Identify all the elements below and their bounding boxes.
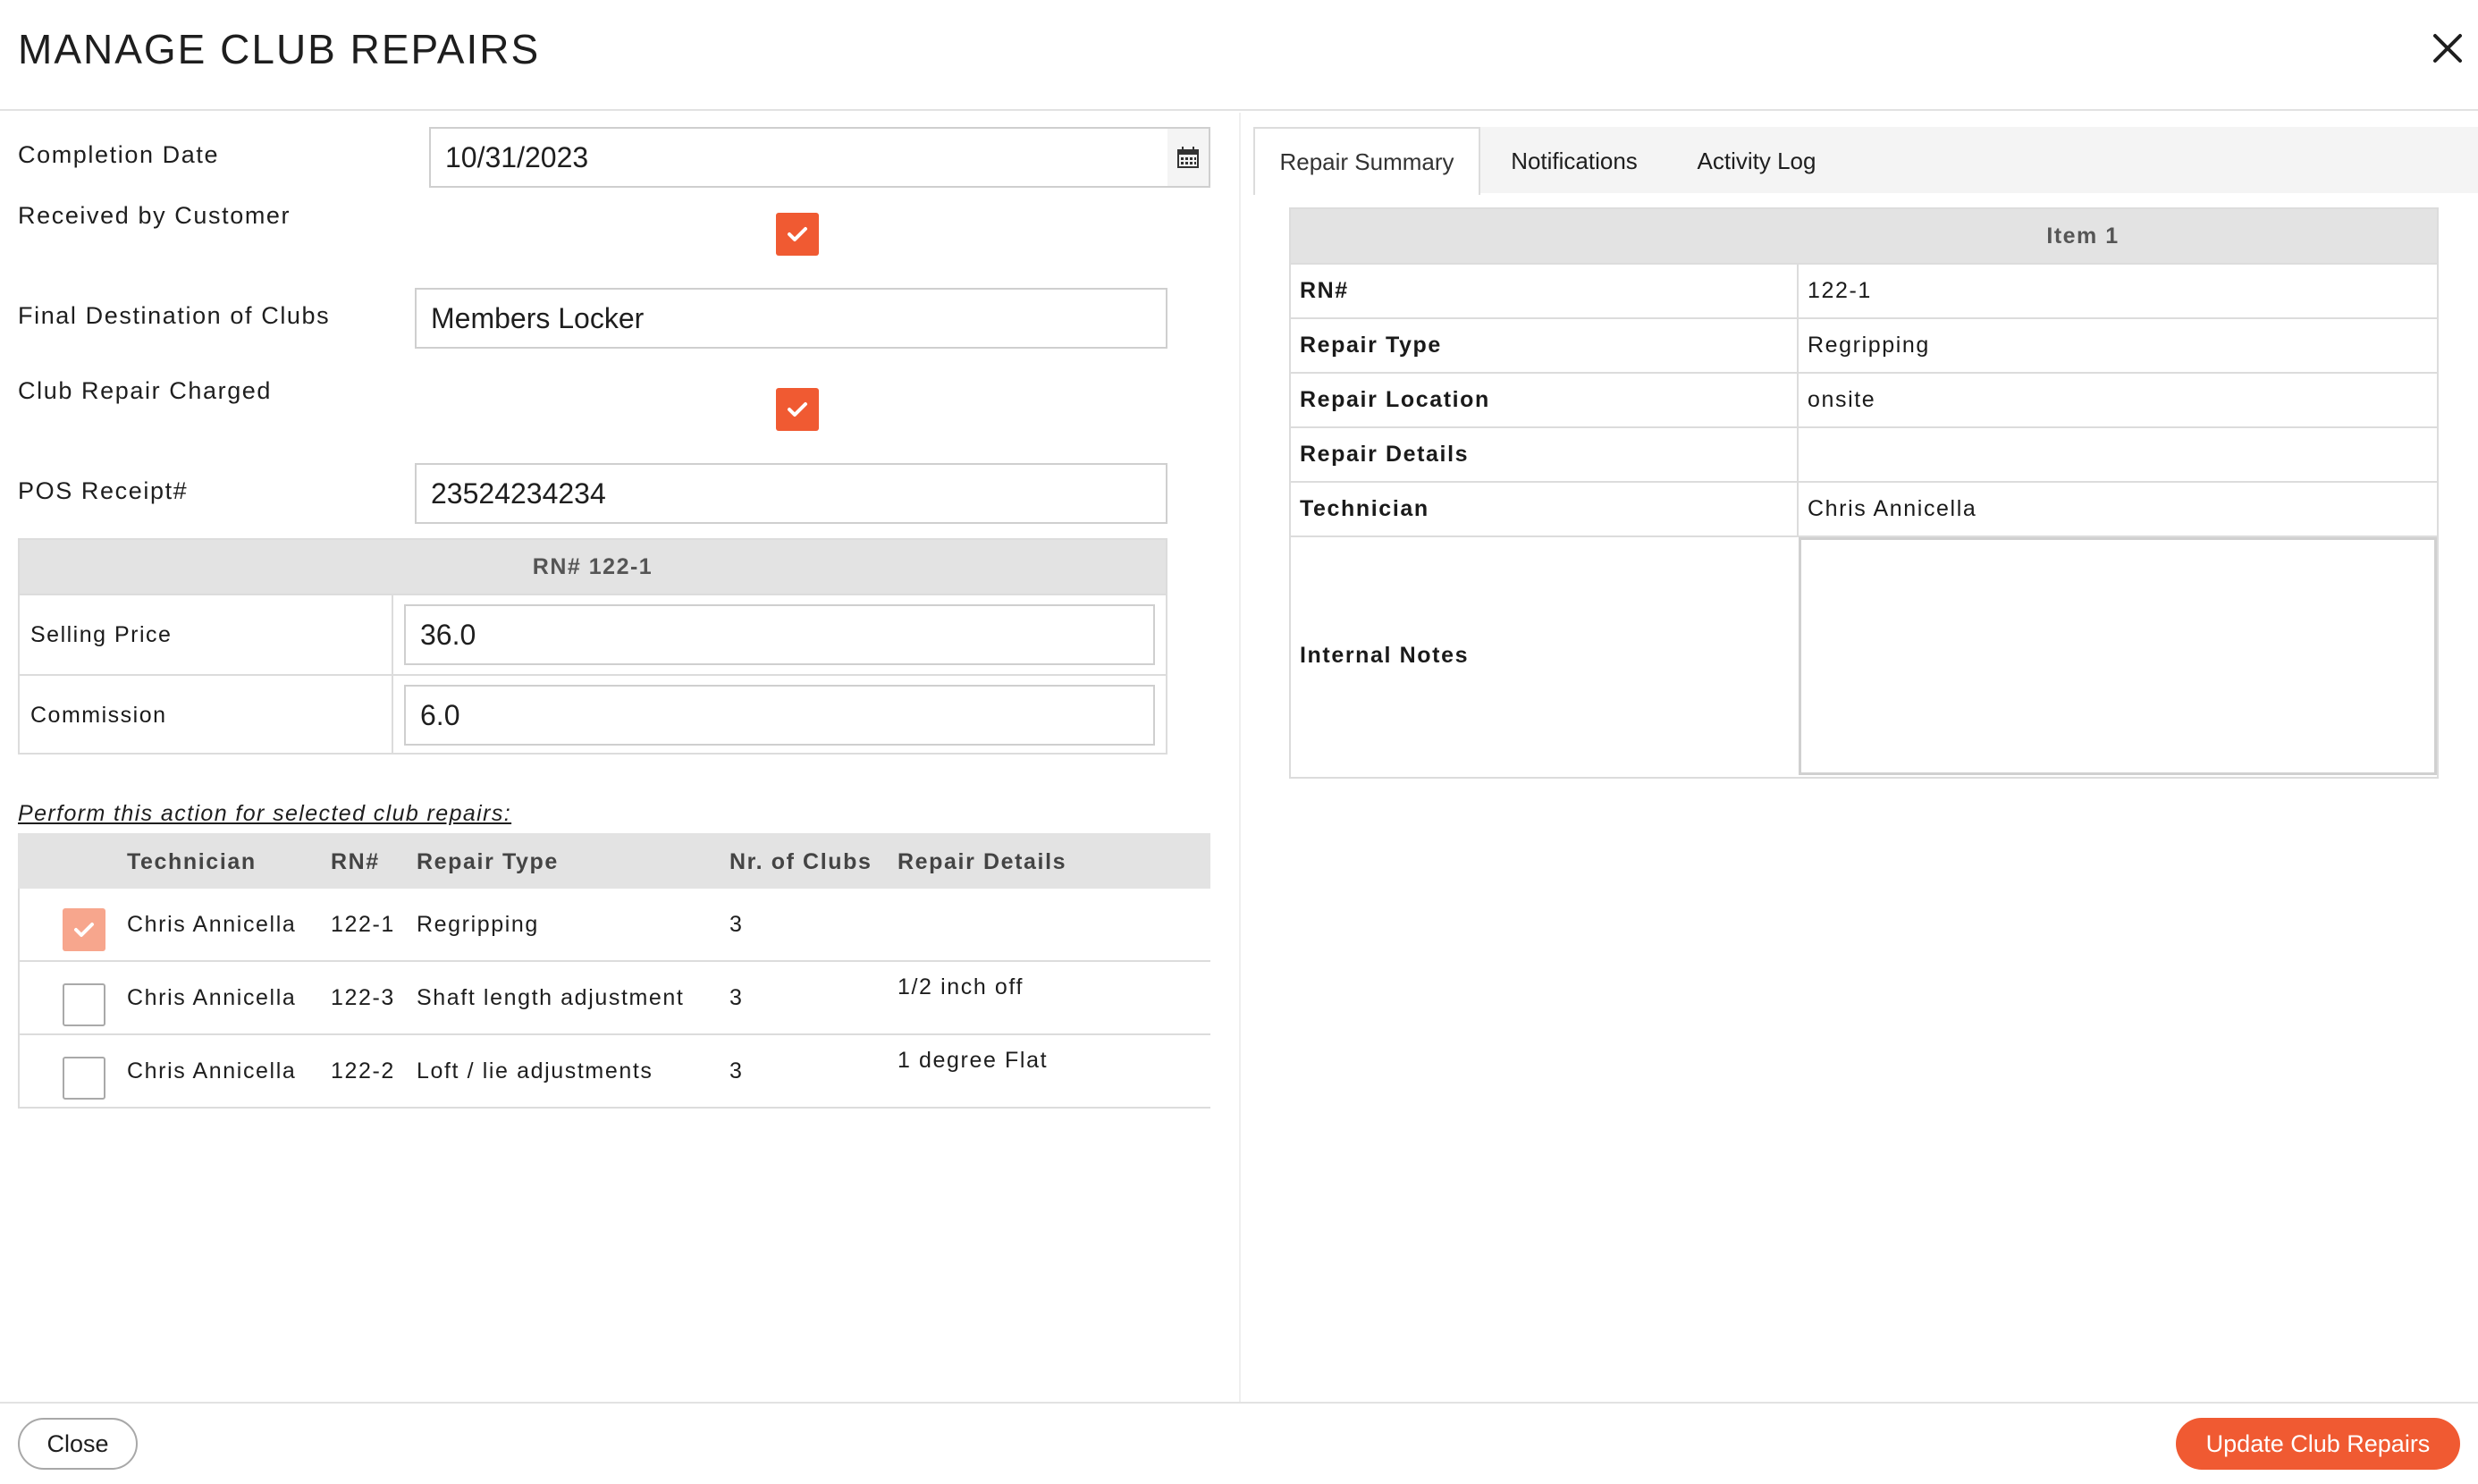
- rn-cell: 122-3: [331, 985, 395, 1010]
- dialog-header: MANAGE CLUB REPAIRS: [0, 0, 2478, 111]
- technician-cell: Chris Annicella: [127, 985, 297, 1010]
- column-header[interactable]: RN#: [331, 849, 380, 875]
- club-repair-charged-label: Club Repair Charged: [18, 377, 273, 404]
- dialog-footer: [0, 1402, 2478, 1484]
- row-checkbox[interactable]: [63, 1057, 105, 1100]
- dialog-title: MANAGE CLUB REPAIRS: [18, 26, 541, 72]
- summary-row: Repair Location onsite: [1291, 372, 2437, 426]
- tab-activity-log[interactable]: Activity Log: [1681, 127, 1833, 195]
- repairs-grid-header: Technician RN# Repair Type Nr. of Clubs …: [18, 833, 1210, 889]
- tab-repair-summary[interactable]: Repair Summary: [1253, 127, 1480, 195]
- tab-notifications[interactable]: Notifications: [1493, 127, 1656, 195]
- checkmark-icon: [788, 402, 807, 417]
- technician-cell: Chris Annicella: [127, 1058, 297, 1083]
- commission-row: Commission 6.0: [20, 674, 1166, 753]
- calendar-icon[interactable]: [1167, 127, 1210, 188]
- clubs-cell: 3: [729, 985, 744, 1010]
- completion-date-label: Completion Date: [18, 141, 220, 168]
- column-header[interactable]: Repair Details: [898, 849, 1066, 875]
- technician-cell: Chris Annicella: [127, 912, 297, 937]
- rn-cell: 122-1: [331, 912, 395, 937]
- selling-price-input[interactable]: 36.0: [404, 604, 1155, 665]
- completion-date-input[interactable]: 10/31/2023: [429, 127, 1169, 188]
- column-header[interactable]: Repair Type: [417, 849, 559, 875]
- summary-value: Regripping: [1808, 333, 1930, 358]
- column-header[interactable]: Technician: [127, 849, 257, 875]
- column-header[interactable]: Nr. of Clubs: [729, 849, 872, 875]
- rn-cell: 122-2: [331, 1058, 395, 1083]
- row-checkbox[interactable]: [63, 908, 105, 951]
- summary-key: Technician: [1300, 496, 1429, 521]
- summary-value: onsite: [1808, 387, 1876, 412]
- club-repair-charged-checkbox[interactable]: [776, 388, 819, 431]
- summary-row: Repair Details: [1291, 426, 2437, 481]
- summary-row: Technician Chris Annicella: [1291, 481, 2437, 535]
- clubs-cell: 3: [729, 1058, 744, 1083]
- table-row[interactable]: Chris Annicella 122-1 Regripping 3: [18, 889, 1210, 962]
- close-icon[interactable]: [2428, 29, 2467, 68]
- clubs-cell: 3: [729, 912, 744, 937]
- repair-details-cell: 1 degree Flat: [898, 1048, 1049, 1073]
- selling-price-label: Selling Price: [30, 622, 173, 647]
- summary-item-title: Item 1: [2046, 223, 2120, 249]
- checkmark-icon: [788, 227, 807, 241]
- summary-key: Repair Type: [1300, 333, 1442, 358]
- internal-notes-row: Internal Notes: [1291, 535, 2437, 777]
- repair-details-cell: 1/2 inch off: [898, 974, 1024, 999]
- summary-row: Repair Type Regripping: [1291, 317, 2437, 372]
- received-by-customer-label: Received by Customer: [18, 202, 291, 229]
- summary-key: Repair Details: [1300, 442, 1470, 467]
- summary-value: 122-1: [1808, 278, 1872, 303]
- pos-receipt-label: POS Receipt#: [18, 477, 189, 504]
- table-row[interactable]: Chris Annicella 122-3 Shaft length adjus…: [18, 962, 1210, 1035]
- internal-notes-label: Internal Notes: [1300, 643, 1470, 668]
- final-destination-input[interactable]: Members Locker: [415, 288, 1167, 349]
- repair-type-cell: Loft / lie adjustments: [417, 1058, 653, 1083]
- received-by-customer-checkbox[interactable]: [776, 213, 819, 256]
- table-row[interactable]: Chris Annicella 122-2 Loft / lie adjustm…: [18, 1035, 1210, 1109]
- repair-summary-table: Item 1 RN# 122-1 Repair Type Regripping …: [1289, 207, 2439, 779]
- repair-type-cell: Regripping: [417, 912, 539, 937]
- action-label: Perform this action for selected club re…: [18, 801, 512, 826]
- update-club-repairs-button[interactable]: Update Club Repairs: [2176, 1418, 2460, 1470]
- final-destination-label: Final Destination of Clubs: [18, 302, 331, 329]
- rn-pricing-table: RN# 122-1 Selling Price 36.0 Commission …: [18, 538, 1167, 755]
- pos-receipt-input[interactable]: 23524234234: [415, 463, 1167, 524]
- summary-header: Item 1: [1291, 209, 2437, 263]
- summary-row: RN# 122-1: [1291, 263, 2437, 317]
- rn-pricing-header: RN# 122-1: [20, 540, 1166, 594]
- summary-value: Chris Annicella: [1808, 496, 1977, 521]
- close-button[interactable]: Close: [18, 1418, 138, 1470]
- row-checkbox[interactable]: [63, 983, 105, 1026]
- internal-notes-textarea[interactable]: [1799, 537, 2437, 775]
- commission-label: Commission: [30, 703, 167, 728]
- summary-key: RN#: [1300, 278, 1349, 303]
- selling-price-row: Selling Price 36.0: [20, 594, 1166, 674]
- summary-key: Repair Location: [1300, 387, 1490, 412]
- commission-input[interactable]: 6.0: [404, 685, 1155, 746]
- checkmark-icon: [74, 923, 94, 937]
- repair-type-cell: Shaft length adjustment: [417, 985, 685, 1010]
